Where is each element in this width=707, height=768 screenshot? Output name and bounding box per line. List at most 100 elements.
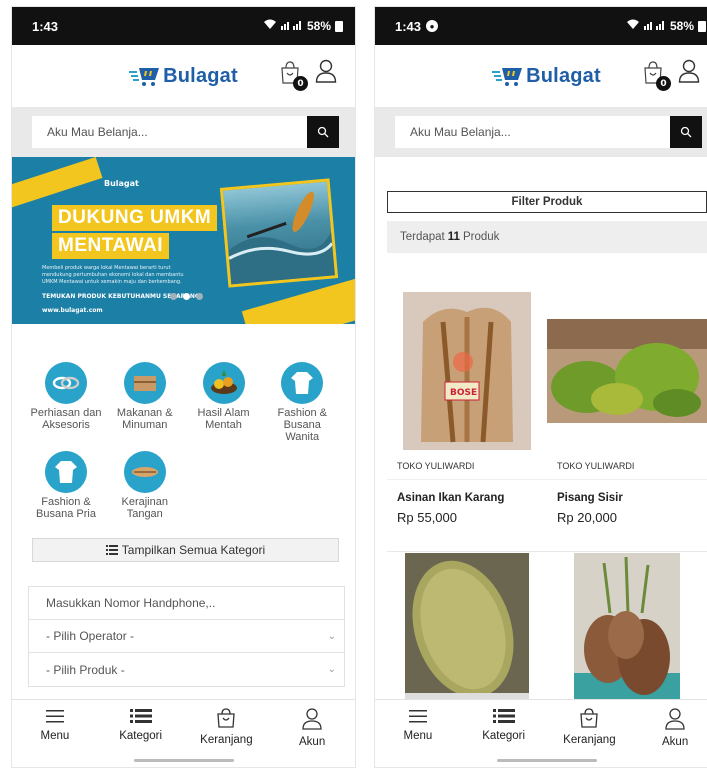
brand-name: Bulagat [163, 64, 238, 87]
product-image[interactable] [387, 552, 547, 712]
product-shop[interactable]: TOKO YULIWARDI [387, 451, 547, 480]
banner-headline-1: DUKUNG UMKM [52, 205, 218, 231]
product-image[interactable]: BOSE [387, 291, 547, 451]
shopping-bag-icon [580, 708, 599, 728]
nav-label: Kategori [119, 730, 163, 742]
nav-akun[interactable]: Akun [277, 708, 347, 748]
account-icon[interactable] [315, 59, 337, 87]
carousel-dot[interactable] [196, 293, 203, 300]
product-price: Rp 20,000 [557, 510, 617, 525]
battery-icon [698, 20, 706, 32]
nav-kategori[interactable]: Kategori [469, 708, 539, 742]
men-fashion-icon [45, 451, 87, 493]
nav-menu[interactable]: Menu [20, 708, 90, 742]
category-label: Hasil Alam Mentah [197, 407, 250, 431]
show-all-categories-button[interactable]: Tampilkan Semua Kategori [32, 538, 339, 562]
nav-keranjang[interactable]: Keranjang [191, 708, 261, 746]
search-input[interactable]: Aku Mau Belanja... [395, 116, 670, 148]
cart-count-badge: 0 [293, 76, 308, 91]
phone-screen-home: 1:43 58% Bulagat 0 Aku Mau Belanja... Bu… [11, 6, 356, 768]
hamburger-icon [408, 710, 427, 723]
category-label: Kerajinan Tangan [121, 496, 168, 520]
phone-screen-products: 1:43 ● 58% Bulagat 0 Aku Mau Belanja... … [374, 6, 707, 768]
count-number: 11 [447, 231, 460, 243]
count-suffix: Produk [462, 231, 500, 243]
brand-logo[interactable]: Bulagat [129, 64, 238, 88]
banner-logo: Bulagat [104, 179, 139, 188]
phone-number-input[interactable]: Masukkan Nomor Handphone,.. [29, 587, 344, 620]
search-input[interactable]: Aku Mau Belanja... [32, 116, 307, 148]
operator-select-value: - Pilih Operator - [46, 629, 135, 643]
carousel-dot-active[interactable] [183, 293, 190, 300]
craft-icon [123, 451, 166, 493]
product-image[interactable] [547, 291, 707, 451]
filter-products-button[interactable]: Filter Produk [387, 191, 707, 213]
nav-kategori[interactable]: Kategori [106, 708, 176, 742]
promo-banner-carousel[interactable]: Bulagat DUKUNG UMKM MENTAWAI Membeli pro… [12, 157, 355, 324]
product-price: Rp 55,000 [397, 510, 457, 525]
produce-icon [202, 362, 245, 404]
product-grid: BOSE TOKO YULIWARDI Asinan Ikan Karang R… [375, 291, 707, 767]
chevron-down-icon: ⌄ [327, 630, 336, 642]
product-card[interactable]: TOKO YULIWARDI Pisang Sisir Rp 20,000 [547, 291, 707, 552]
svg-text:BOSE: BOSE [450, 388, 477, 398]
product-name[interactable]: Pisang Sisir [547, 480, 707, 510]
product-count: Terdapat 11 Produk [387, 221, 707, 253]
cart-button[interactable]: 0 [279, 61, 308, 91]
phone-number-placeholder: Masukkan Nomor Handphone,.. [46, 596, 216, 610]
category-food[interactable]: Makanan & Minuman [109, 362, 181, 443]
app-header: Bulagat 0 [375, 45, 707, 107]
cart-logo-icon [492, 64, 524, 88]
category-jewelry[interactable]: Perhiasan dan Aksesoris [30, 362, 102, 443]
nav-label: Akun [662, 736, 689, 748]
product-name[interactable]: Asinan Ikan Karang [387, 480, 547, 510]
search-bar: Aku Mau Belanja... [12, 107, 355, 157]
list-icon [105, 545, 118, 555]
nav-keranjang[interactable]: Keranjang [554, 708, 624, 746]
product-shop[interactable]: TOKO YULIWARDI [547, 451, 707, 480]
chevron-down-icon: ⌄ [327, 664, 336, 675]
nav-label: Keranjang [563, 734, 616, 746]
category-men-fashion[interactable]: Fashion & Busana Pria [30, 451, 102, 520]
status-time: 1:43 [395, 18, 422, 34]
wifi-icon [626, 19, 640, 33]
product-card[interactable]: BOSE TOKO YULIWARDI Asinan Ikan Karang R… [387, 291, 547, 552]
carousel-dot[interactable] [170, 293, 177, 300]
banner-description: Membeli produk warga lokal Mentawai bera… [42, 265, 184, 285]
brand-name: Bulagat [526, 64, 601, 87]
nav-akun[interactable]: Akun [640, 708, 707, 748]
search-button[interactable] [307, 116, 339, 148]
nav-label: Akun [299, 736, 326, 748]
nav-label: Menu [403, 730, 433, 742]
battery-percent: 58% [669, 19, 694, 33]
nav-label: Keranjang [200, 734, 253, 746]
signal-icon [643, 19, 666, 33]
count-prefix: Terdapat [400, 231, 445, 243]
nav-menu[interactable]: Menu [383, 708, 453, 742]
bottom-navigation: Menu Kategori Keranjang Akun [12, 699, 355, 767]
nav-label: Menu [40, 730, 70, 742]
cart-button[interactable]: 0 [642, 61, 671, 91]
category-women-fashion[interactable]: Fashion & Busana Wanita [266, 362, 338, 443]
category-label: Perhiasan dan Aksesoris [30, 407, 102, 431]
bottom-navigation: Menu Kategori Keranjang Akun [375, 699, 707, 767]
product-select[interactable]: - Pilih Produk - ⌄ [29, 653, 344, 686]
brand-logo[interactable]: Bulagat [492, 64, 601, 88]
nav-label: Kategori [482, 730, 526, 742]
product-image[interactable] [547, 552, 707, 712]
banner-surfer-photo [219, 178, 339, 288]
category-produce[interactable]: Hasil Alam Mentah [188, 362, 260, 443]
carousel-dots[interactable] [170, 293, 203, 300]
category-craft[interactable]: Kerajinan Tangan [109, 451, 181, 520]
search-icon [317, 126, 329, 138]
operator-select[interactable]: - Pilih Operator - ⌄ [29, 620, 344, 653]
signal-icon [280, 19, 303, 33]
category-label: Fashion & Busana Pria [36, 496, 96, 520]
app-header: Bulagat 0 [12, 45, 355, 107]
product-select-value: - Pilih Produk - [46, 662, 125, 677]
pulsa-topup-form: Masukkan Nomor Handphone,.. - Pilih Oper… [28, 586, 345, 687]
show-all-categories-label: Tampilkan Semua Kategori [121, 543, 266, 557]
banner-headline-2: MENTAWAI [52, 233, 169, 259]
search-button[interactable] [670, 116, 702, 148]
account-icon[interactable] [678, 59, 700, 87]
